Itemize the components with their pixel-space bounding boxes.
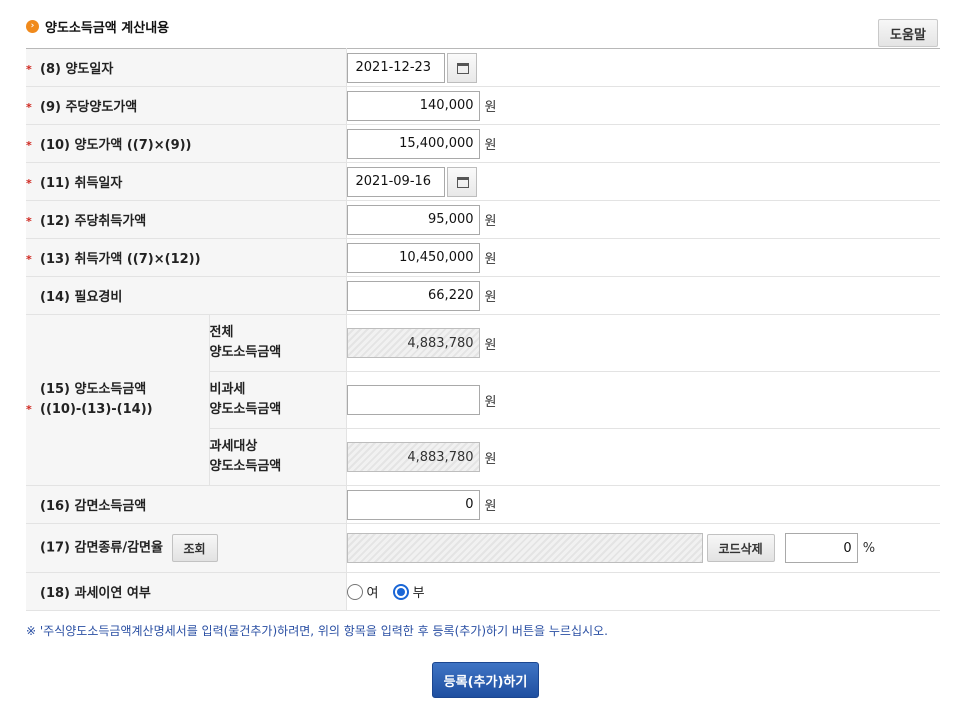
section-title: › 양도소득금액 계산내용 (26, 17, 169, 36)
necessary-expenses-input[interactable] (346, 280, 480, 311)
acquisition-date-input[interactable] (346, 166, 445, 197)
row-acquisition-date: * (11) 취득일자 (26, 162, 941, 201)
required-mark: * (26, 139, 32, 152)
required-mark: * (26, 63, 32, 76)
radio-unchecked-icon[interactable] (346, 583, 363, 600)
acquisition-price-per-share-input[interactable] (346, 204, 480, 235)
deferral-yes-option[interactable]: 여 (346, 582, 378, 601)
row-acquisition-price-per-share: *(12) 주당취득가액 원 (26, 200, 941, 239)
instruction-note: ※ '주식양도소득금액계산명세서를 입력(물건추가)하려면, 위의 항목을 입력… (26, 624, 608, 638)
register-add-button[interactable]: 등록(추가)하기 (432, 662, 539, 698)
row-reduced-income: (16) 감면소득금액 원 (26, 485, 941, 524)
required-mark: * (26, 101, 32, 114)
transfer-price-input[interactable] (346, 128, 480, 159)
section-title-text: 양도소득금액 계산내용 (45, 21, 170, 36)
taxable-capital-gain-field (346, 442, 480, 472)
reduction-rate-input[interactable] (784, 533, 858, 563)
row-transfer-price-per-share: *(9) 주당양도가액 원 (26, 86, 941, 125)
required-mark: * (26, 215, 32, 228)
row-transfer-date: * (8) 양도일자 (26, 48, 941, 87)
help-button[interactable]: 도움말 (878, 19, 938, 47)
calendar-icon[interactable] (446, 52, 477, 83)
transfer-date-input[interactable] (346, 52, 445, 83)
row-acquisition-price: *(13) 취득가액 ((7)×(12)) 원 (26, 238, 941, 277)
transfer-price-per-share-input[interactable] (346, 90, 480, 121)
delete-code-button[interactable]: 코드삭제 (706, 534, 775, 562)
row-reduction-type: (17) 감면종류/감면율 조회 코드삭제% (26, 523, 941, 573)
row-capital-gain-total: (15) 양도소득금액 * ((10)-(13)-(14)) 전체 양도소득금액 … (26, 314, 941, 486)
lookup-button[interactable]: 조회 (171, 534, 218, 562)
row-transfer-price: *(10) 양도가액 ((7)×(9)) 원 (26, 124, 941, 163)
calculation-form: *(8) 양도일자 *(9) 주당양도가액 원 *(10) 양도가액 ((7)×… (26, 48, 941, 611)
chevron-right-icon: › (26, 20, 39, 33)
row-tax-deferral: (18) 과세이연 여부 여 부 (26, 572, 941, 611)
radio-checked-icon[interactable] (392, 583, 409, 600)
calendar-icon[interactable] (446, 166, 477, 197)
deferral-no-option[interactable]: 부 (392, 582, 425, 601)
total-capital-gain-field (346, 328, 480, 358)
required-mark: * (26, 403, 32, 416)
required-mark: * (26, 177, 32, 190)
row-necessary-expenses: (14) 필요경비 원 (26, 276, 941, 315)
reduction-code-field (346, 533, 703, 563)
nontaxable-capital-gain-input[interactable] (346, 385, 480, 415)
required-mark: * (26, 253, 32, 266)
reduced-income-input[interactable] (346, 489, 480, 520)
acquisition-price-input[interactable] (346, 242, 480, 273)
